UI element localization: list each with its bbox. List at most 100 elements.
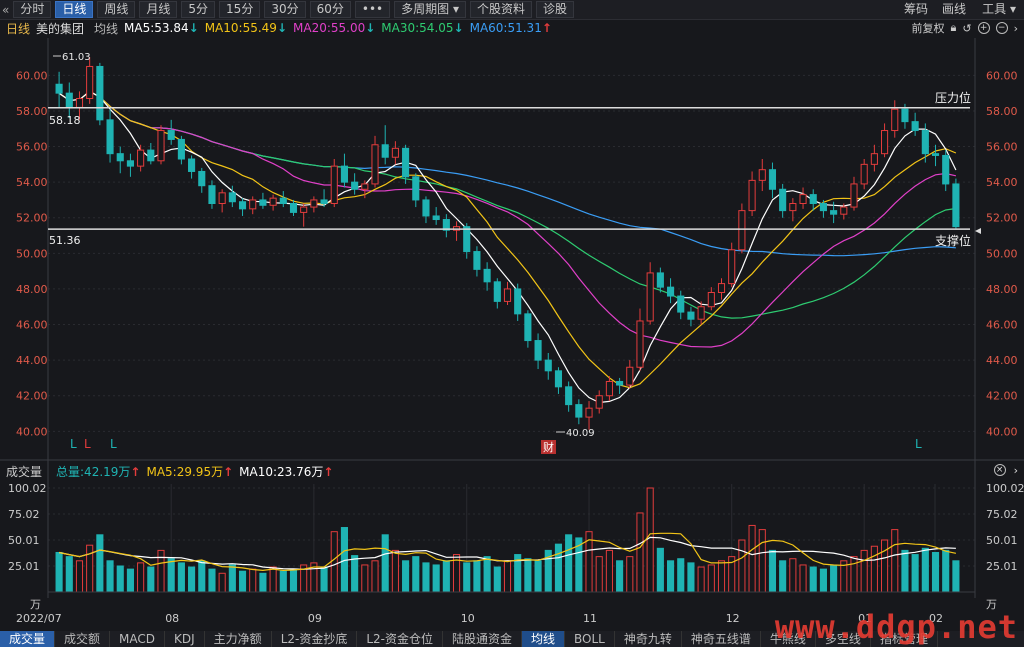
candle-body: [534, 340, 542, 361]
volume-bar: [666, 560, 675, 593]
price-tick-left: 56.00: [16, 141, 48, 154]
candle-body: [779, 188, 787, 212]
indicator-tab-1[interactable]: 成交额: [55, 631, 111, 647]
candle-body: [605, 380, 613, 397]
price-tick-right: 54.00: [986, 176, 1018, 189]
volume-bar: [656, 547, 664, 593]
volume-bar: [371, 560, 379, 593]
volume-bar: [636, 512, 644, 593]
volume-bar: [646, 487, 654, 593]
candle-body: [381, 144, 389, 158]
ma60-line: [58, 90, 956, 257]
kline-chart[interactable]: 60.00 60.00 58.00 58.00 56.00 56.00 54.00 54.00…: [0, 0, 1024, 630]
date-label: 2022/07: [16, 612, 62, 625]
indicator-tab-4[interactable]: 主力净额: [205, 631, 272, 647]
indicator-tab-10[interactable]: 神奇九转: [615, 631, 682, 647]
candle-body: [656, 272, 664, 288]
volume-ma10: MA10:23.76万↑: [239, 464, 334, 479]
indicator-tab-6[interactable]: L2-资金仓位: [357, 631, 443, 647]
price-tick-right: 52.00: [986, 212, 1018, 225]
price-tick-right: 56.00: [986, 141, 1018, 154]
candle-body: [870, 153, 878, 165]
candle-body: [789, 203, 797, 212]
candle-body: [65, 92, 73, 108]
volume-bar: [65, 556, 73, 593]
indicator-tab-2[interactable]: MACD: [110, 631, 166, 647]
indicator-tab-8[interactable]: 均线: [522, 631, 566, 647]
candle-body: [840, 206, 848, 215]
indicator-tab-7[interactable]: 陆股通资金: [443, 631, 523, 647]
volume-bar: [269, 566, 277, 593]
indicator-tab-0[interactable]: 成交量: [0, 631, 56, 647]
volume-bar: [432, 564, 440, 593]
indicator-tab-5[interactable]: L2-资金抄底: [272, 631, 358, 647]
candle-body: [340, 165, 349, 183]
support-label: 支撑位: [935, 233, 971, 248]
candle-body: [106, 119, 114, 155]
candle-body: [218, 192, 226, 205]
candle-body: [697, 306, 705, 320]
cai-badge: 财: [543, 440, 554, 454]
volume-tick-right: 25.01: [986, 560, 1018, 573]
candle-body: [238, 201, 247, 210]
candle-body: [677, 295, 685, 313]
price-pointer-icon: [975, 228, 981, 234]
indicator-tab-9[interactable]: BOLL: [565, 631, 615, 647]
volume-bar: [687, 562, 695, 593]
volume-bar: [422, 562, 430, 593]
volume-bar: [677, 558, 685, 593]
candle-body: [728, 249, 736, 285]
close-icon[interactable]: ×: [993, 464, 1006, 476]
price-tick-right: 40.00: [986, 425, 1018, 438]
candle-body: [931, 153, 940, 156]
candle-body: [86, 65, 94, 99]
volume-bar: [819, 568, 827, 593]
candle-body: [157, 130, 165, 162]
candle-body: [259, 199, 267, 206]
volume-bar: [137, 562, 145, 593]
candle-body: [371, 144, 379, 185]
l-mark: L: [84, 437, 91, 451]
l-mark: L: [915, 437, 922, 451]
price-tick-right: 48.00: [986, 283, 1018, 296]
volume-bar: [616, 560, 624, 593]
price-tick-left: 40.00: [16, 425, 48, 438]
price-tick-right: 50.00: [986, 247, 1018, 260]
axes: 60.00 60.00 58.00 58.00 56.00 56.00 54.00 54.00…: [0, 38, 1024, 625]
volume-tick-left: 75.02: [8, 508, 40, 521]
volume-tick-right: 75.02: [986, 508, 1018, 521]
volume-bar: [483, 556, 491, 593]
volume-bar: [391, 549, 399, 593]
volume-bar: [565, 534, 573, 593]
volume-bar: [595, 556, 603, 593]
candle-body: [483, 268, 491, 283]
date-label: 09: [308, 612, 322, 625]
support-value: 51.36: [49, 234, 81, 247]
volume-bar: [238, 570, 247, 593]
indicator-tab-11[interactable]: 神奇五线谱: [682, 631, 761, 647]
volume-bar: [697, 566, 705, 593]
volume-bar: [218, 572, 226, 593]
volume-bar: [931, 551, 940, 593]
resistance-label: 压力位: [935, 90, 971, 105]
price-tick-left: 52.00: [16, 212, 48, 225]
resistance-value: 58.18: [49, 114, 81, 127]
candles: [55, 57, 960, 430]
more-icon[interactable]: ›: [1014, 464, 1018, 477]
volume-bar: [402, 560, 410, 593]
volume-bar: [126, 568, 134, 593]
volume-bar: [524, 558, 532, 593]
price-tick-right: 46.00: [986, 319, 1018, 332]
candle-body: [575, 404, 583, 418]
volume-tick-left: 25.01: [8, 560, 40, 573]
candle-body: [422, 199, 430, 217]
volume-tick-left: 100.02: [8, 482, 47, 495]
candle-body: [412, 176, 420, 201]
candle-body: [188, 158, 196, 172]
volume-bar: [554, 543, 563, 593]
indicator-tab-3[interactable]: KDJ: [165, 631, 205, 647]
volume-total: 总量:42.19万↑: [56, 464, 141, 479]
candle-body: [891, 108, 899, 132]
volume-bar: [361, 564, 369, 593]
candle-body: [942, 154, 950, 185]
